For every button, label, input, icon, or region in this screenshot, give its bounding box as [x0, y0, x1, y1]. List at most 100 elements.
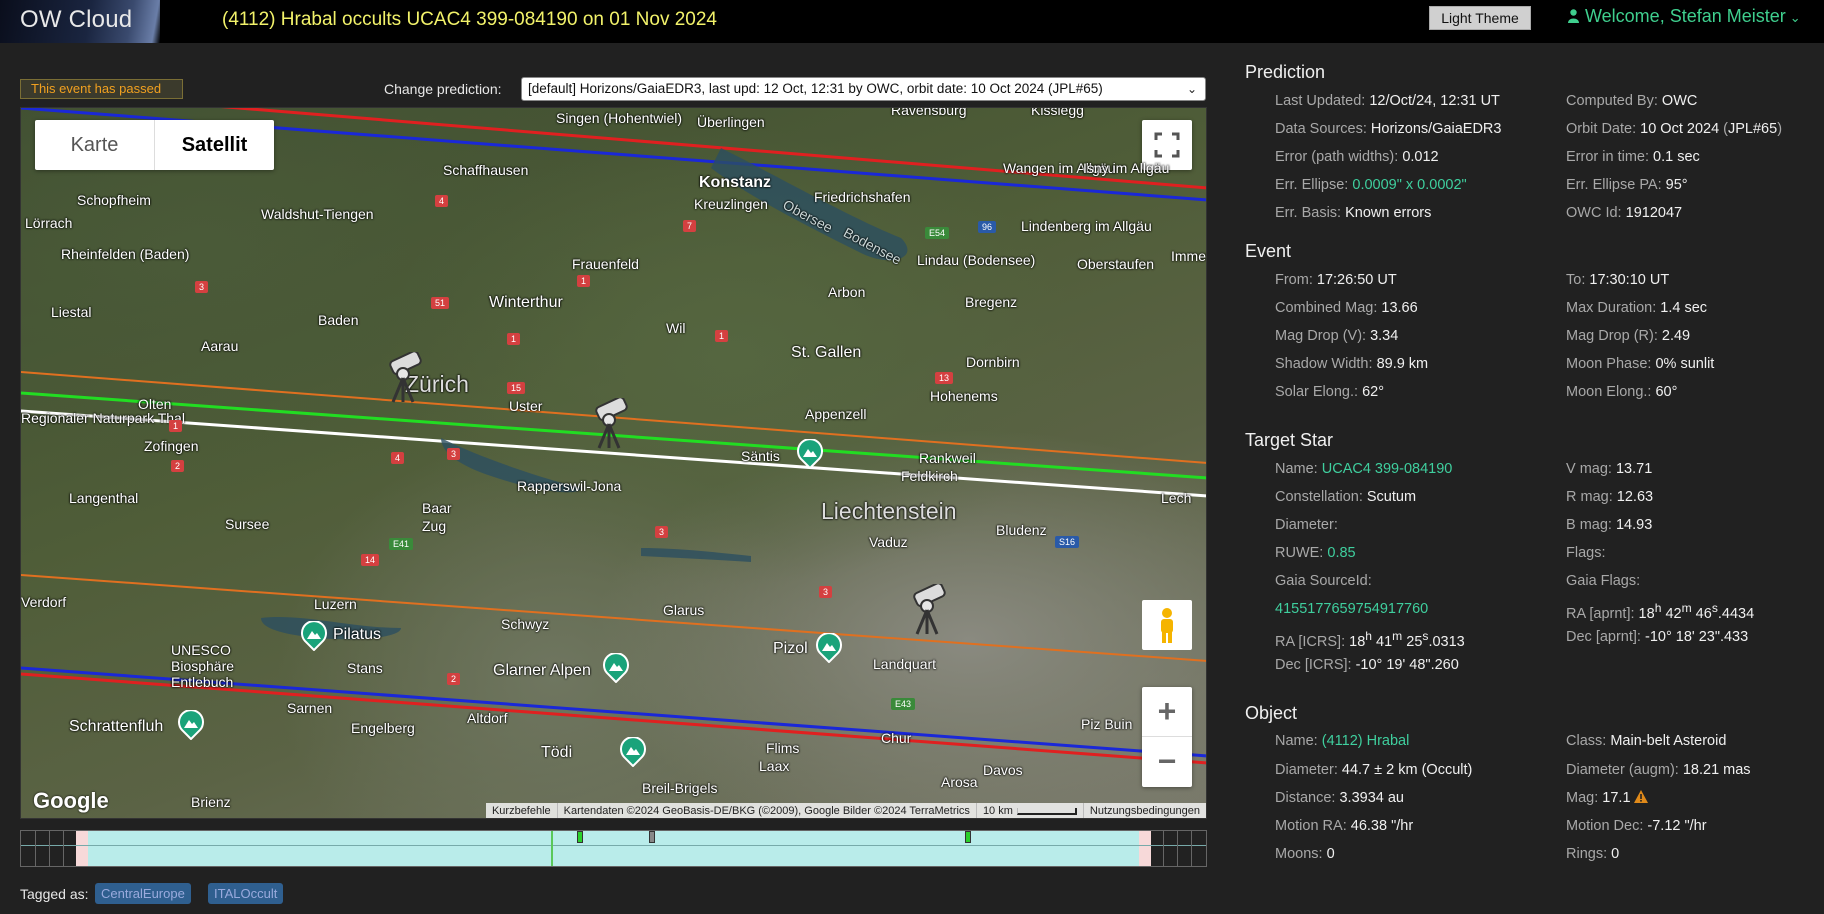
place-label: Konstanz: [699, 174, 771, 191]
place-label: Liechtenstein: [821, 498, 957, 524]
road-shield: 3: [447, 448, 461, 460]
road-shield: 3: [195, 281, 209, 293]
timeline-tick: [49, 831, 50, 866]
keyboard-shortcuts-link[interactable]: Kurzbefehle: [486, 803, 557, 818]
place-label: Zug: [422, 518, 447, 534]
zoom-in-button[interactable]: +: [1142, 687, 1192, 737]
place-label: Kreuzlingen: [694, 196, 768, 212]
computed-by-row: Computed By: OWC: [1566, 93, 1698, 109]
place-label: Oberstaufen: [1077, 256, 1155, 272]
timeline-station-marker[interactable]: [965, 831, 971, 843]
road-shield: 2: [171, 460, 185, 472]
map-scale[interactable]: 10 km: [975, 803, 1083, 818]
event-timeline[interactable]: [20, 830, 1207, 867]
tag-centraleurope[interactable]: CentralEurope: [95, 883, 191, 904]
road-shield: 15: [507, 382, 526, 394]
combined-mag-row: Combined Mag: 13.66: [1275, 300, 1418, 316]
light-theme-button[interactable]: Light Theme: [1429, 6, 1531, 30]
telescope-icon[interactable]: [909, 584, 949, 636]
road-shield: 4: [435, 195, 449, 207]
place-label: Lindenberg im Allgäu: [1021, 218, 1152, 234]
timeline-station-marker[interactable]: [577, 831, 583, 843]
road-shield: 96: [978, 221, 997, 233]
brand-logo[interactable]: OW Cloud: [0, 0, 160, 43]
place-label: Rheinfelden (Baden): [61, 246, 190, 262]
road-shield: 1: [715, 330, 729, 342]
telescope-icon[interactable]: [385, 352, 425, 404]
class-row: Class: Main-belt Asteroid: [1566, 733, 1727, 749]
road-shield: 13: [935, 372, 954, 384]
constellation-row: Constellation: Scutum: [1275, 489, 1417, 505]
place-label: Frauenfeld: [572, 256, 639, 272]
timeline-station-marker[interactable]: [649, 831, 655, 843]
mountain-peak-icon[interactable]: [620, 737, 646, 767]
place-label: Schrattenfluh: [69, 718, 164, 735]
tag-italoccult[interactable]: ITALOccult: [208, 883, 284, 904]
gaia-source-link[interactable]: 4155177659754917760: [1275, 601, 1428, 617]
mag-drop-v-row: Mag Drop (V): 3.34: [1275, 328, 1399, 344]
error-path-row: Error (path widths): 0.012: [1275, 149, 1439, 165]
road-shield: 3: [655, 526, 669, 538]
map-view[interactable]: Karte Satellit + − Google Kurzbefehle Ka…: [20, 107, 1207, 819]
street-view-pegman[interactable]: [1142, 600, 1192, 650]
place-label: Schaffhausen: [443, 162, 529, 178]
terms-link[interactable]: Nutzungsbedingungen: [1082, 803, 1206, 818]
rings-row: Rings: 0: [1566, 846, 1620, 862]
place-label: Liestal: [51, 304, 92, 320]
star-name-link[interactable]: UCAC4 399-084190: [1322, 461, 1453, 477]
map-type-satellit-button[interactable]: Satellit: [154, 120, 274, 170]
ra-icrs-row: RA [ICRS]: 18h 41m 25s.0313: [1275, 629, 1465, 650]
place-label: Langenthal: [69, 490, 139, 506]
object-name-row: Name: (4112) Hrabal: [1275, 733, 1410, 749]
place-label: Baar: [422, 500, 452, 516]
prediction-select[interactable]: [default] Horizons/GaiaEDR3, last upd: 1…: [521, 77, 1206, 101]
from-row: From: 17:26:50 UT: [1275, 272, 1397, 288]
place-label: Flims: [766, 740, 800, 756]
mountain-peak-icon[interactable]: [603, 653, 629, 683]
mountain-peak-icon[interactable]: [178, 710, 204, 740]
rmag-row: R mag: 12.63: [1566, 489, 1654, 505]
place-label: Piz Buin: [1081, 716, 1133, 732]
telescope-icon[interactable]: [591, 398, 631, 450]
map-type-karte-button[interactable]: Karte: [35, 120, 154, 170]
place-label: Breil-Brigels: [642, 780, 718, 796]
ruwe-link[interactable]: 0.85: [1327, 545, 1355, 561]
place-label: Stans: [347, 660, 383, 676]
gaia-flags-row: Gaia Flags:: [1566, 573, 1641, 589]
event-title: (4112) Hrabal occults UCAC4 399-084190 o…: [222, 9, 718, 30]
chevron-down-icon: ⌄: [1186, 82, 1197, 96]
mountain-peak-icon[interactable]: [797, 439, 823, 469]
mountain-peak-icon[interactable]: [301, 621, 327, 651]
place-label: Sarnen: [287, 700, 333, 716]
brand-name: OW Cloud: [20, 6, 133, 33]
place-label: Pilatus: [333, 626, 382, 643]
place-label: Aarau: [201, 338, 239, 354]
zoom-control: + −: [1142, 687, 1192, 787]
target-star-heading: Target Star: [1245, 430, 1334, 450]
place-label: Landquart: [873, 656, 937, 672]
owc-id-row: OWC Id: 1912047: [1566, 205, 1683, 221]
warning-icon[interactable]: [1633, 790, 1648, 803]
place-label: Feldkirch: [901, 468, 958, 484]
ruwe-row: RUWE: 0.85: [1275, 545, 1356, 561]
timeline-axis: [21, 845, 1206, 846]
road-shield: S16: [1055, 536, 1080, 548]
user-menu[interactable]: Welcome, Stefan Meister ⌄: [1568, 6, 1801, 27]
object-name-link[interactable]: (4112) Hrabal: [1322, 733, 1410, 749]
timeline-tick: [35, 831, 36, 866]
place-label: Bludenz: [996, 522, 1047, 538]
mountain-peak-icon[interactable]: [816, 633, 842, 663]
err-ellipse-link[interactable]: 0.0009" x 0.0002": [1352, 177, 1466, 193]
place-label: Regionaler Naturpark Thal: [21, 410, 185, 426]
zoom-out-button[interactable]: −: [1142, 737, 1192, 787]
place-label: Vaduz: [869, 534, 908, 550]
top-bar: OW Cloud (4112) Hrabal occults UCAC4 399…: [0, 0, 1824, 43]
tagged-as-label: Tagged as:: [20, 886, 89, 902]
place-label: Friedrichshafen: [814, 189, 911, 205]
place-label: Schopfheim: [77, 192, 151, 208]
error-time-row: Error in time: 0.1 sec: [1566, 149, 1700, 165]
place-label: Baden: [318, 312, 359, 328]
event-heading: Event: [1245, 241, 1292, 261]
place-label: Überlingen: [697, 114, 765, 130]
diameter-augm-row: Diameter (augm): 18.21 mas: [1566, 762, 1751, 778]
